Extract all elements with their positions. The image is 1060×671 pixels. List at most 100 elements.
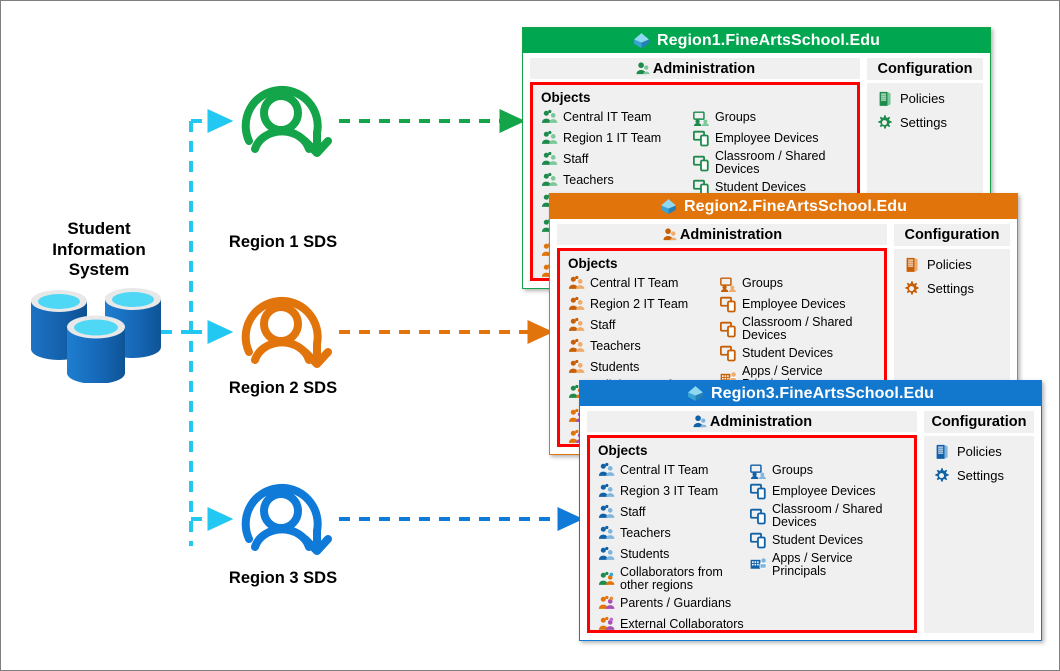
object-item[interactable]: Classroom / Shared Devices (720, 316, 884, 342)
device-icon (720, 321, 736, 338)
object-item[interactable]: Employee Devices (750, 482, 914, 501)
object-item[interactable]: Collaborators from other regions (598, 566, 750, 592)
object-item[interactable]: Staff (541, 150, 693, 169)
object-item[interactable]: External Collaborators (598, 615, 750, 632)
object-item[interactable]: Students (568, 358, 720, 377)
object-item-label: Teachers (590, 339, 641, 354)
tenant-title-text-region-1: Region1.FineArtsSchool.Edu (656, 31, 881, 49)
config-item-label: Settings (927, 281, 974, 296)
people-group-icon (568, 276, 585, 290)
diagram-canvas: Student Information System Region 1 SDS … (0, 0, 1060, 671)
object-item-label: Teachers (563, 173, 614, 188)
object-item-label: Region 1 IT Team (563, 131, 662, 146)
object-item[interactable]: Student Devices (750, 531, 914, 550)
sds-sync-person-icon-region-1 (241, 85, 332, 157)
object-item[interactable]: Parents / Guardians (598, 594, 750, 613)
tenant-title-bar-region-2: Region2.FineArtsSchool.Edu (550, 194, 1017, 219)
object-item[interactable]: Apps / Service Principals (750, 552, 914, 578)
object-item[interactable]: Teachers (568, 337, 720, 356)
administration-tab-label-region-1: Administration (652, 60, 756, 77)
object-item[interactable]: Region 3 IT Team (598, 482, 750, 501)
sds-label-region-1: Region 1 SDS (228, 233, 338, 251)
people-group-icon (541, 131, 558, 145)
sds-label-region-3: Region 3 SDS (228, 569, 338, 587)
config-item[interactable]: Settings (934, 466, 1034, 485)
administration-tab-region-1[interactable]: Administration (530, 58, 860, 80)
object-item[interactable]: Region 1 IT Team (541, 129, 693, 148)
people-group-icon (598, 526, 615, 540)
policies-scroll-icon (936, 444, 948, 459)
object-item[interactable]: Employee Devices (693, 129, 857, 148)
object-item[interactable]: Students (598, 545, 750, 564)
object-item[interactable]: Central IT Team (541, 108, 693, 127)
object-item[interactable]: Employee Devices (720, 295, 884, 314)
object-item[interactable]: Classroom / Shared Devices (693, 150, 857, 176)
tenant-title-text-region-2: Region2.FineArtsSchool.Edu (683, 197, 908, 215)
object-item-label: Classroom / Shared Devices (715, 149, 826, 177)
object-item[interactable]: Central IT Team (568, 274, 720, 293)
object-item[interactable]: Staff (568, 316, 720, 335)
administration-tab-region-2[interactable]: Administration (557, 224, 887, 246)
object-item[interactable]: Groups (720, 274, 884, 293)
configuration-tab-label-region-2: Configuration (904, 227, 1000, 243)
configuration-box-region-3: Policies Settings (924, 436, 1034, 633)
object-item[interactable]: Teachers (541, 171, 693, 190)
object-item-label: Groups (772, 463, 813, 478)
config-item-label: Policies (900, 91, 945, 106)
people-group-icon (598, 505, 615, 519)
config-item[interactable]: Policies (934, 442, 1034, 461)
people-group-icon (541, 110, 558, 124)
people-group-icon (598, 547, 615, 561)
object-item[interactable]: Student Devices (720, 344, 884, 363)
configuration-list-region-1: Policies Settings (867, 83, 983, 132)
config-item[interactable]: Settings (904, 279, 1010, 298)
object-item[interactable]: Classroom / Shared Devices (750, 503, 914, 529)
administration-tab-region-3[interactable]: Administration (587, 411, 917, 433)
object-item[interactable]: Staff (598, 503, 750, 522)
configuration-list-region-2: Policies Settings (894, 249, 1010, 298)
people-group-icon (568, 360, 585, 374)
device-icon (750, 484, 766, 500)
object-item-label: Students (620, 547, 670, 562)
config-item[interactable]: Settings (877, 113, 983, 132)
tenant-panel-region-3[interactable]: Region3.FineArtsSchool.Edu Administratio… (579, 380, 1042, 641)
policies-scroll-icon (906, 257, 918, 272)
azure-ad-cube-icon (661, 199, 676, 214)
object-item-label: Groups (715, 110, 756, 125)
people-group-green-icon (598, 571, 615, 585)
people-group-orange-icon (598, 595, 615, 609)
object-item[interactable]: Groups (750, 461, 914, 480)
object-item[interactable]: Central IT Team (598, 461, 750, 480)
people-group-icon (598, 463, 615, 477)
people-group-icon (541, 152, 558, 166)
people-group-icon (541, 173, 558, 187)
object-item-label: Student Devices (772, 533, 864, 548)
configuration-tab-region-2[interactable]: Configuration (894, 224, 1010, 246)
object-item[interactable]: Region 2 IT Team (568, 295, 720, 314)
object-item-label: Groups (742, 276, 783, 291)
object-item-label: External Collaborators (620, 617, 744, 632)
object-item[interactable]: Groups (693, 108, 857, 127)
tenant-title-bar-region-3: Region3.FineArtsSchool.Edu (580, 381, 1041, 406)
gear-icon (905, 280, 919, 295)
sds-sync-person-icon-region-2 (241, 296, 332, 368)
configuration-tab-region-3[interactable]: Configuration (924, 411, 1034, 433)
config-item[interactable]: Policies (877, 89, 983, 108)
object-item-label: Region 3 IT Team (620, 484, 719, 499)
object-item-label: Parents / Guardians (620, 596, 732, 611)
admin-person-icon (663, 228, 677, 241)
configuration-tab-region-1[interactable]: Configuration (867, 58, 983, 80)
gear-icon (878, 114, 892, 129)
config-item[interactable]: Policies (904, 255, 1010, 274)
device-icon (693, 155, 709, 172)
object-item-label: Classroom / Shared Devices (772, 502, 883, 530)
configuration-list-region-3: Policies Settings (924, 436, 1034, 485)
config-item-label: Settings (957, 468, 1004, 483)
apps-icon (750, 558, 767, 570)
people-group-icon (568, 339, 585, 353)
groups-icon (693, 111, 709, 127)
device-icon (720, 297, 736, 313)
object-item-label: Teachers (620, 526, 671, 541)
device-icon (750, 532, 766, 549)
object-item[interactable]: Teachers (598, 524, 750, 543)
